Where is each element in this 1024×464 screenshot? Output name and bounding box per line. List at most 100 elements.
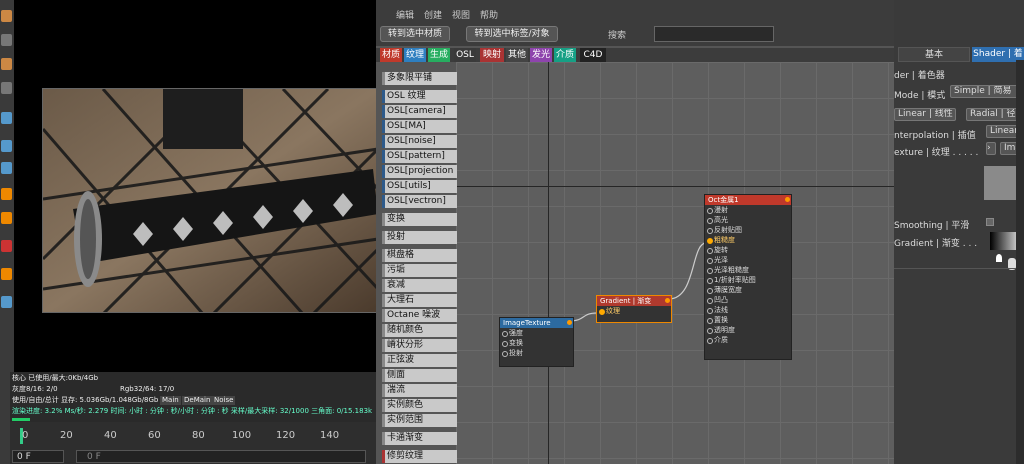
tool-icon[interactable] xyxy=(1,188,12,200)
linear-button[interactable]: Linear | 线性 xyxy=(894,108,956,121)
menu-create[interactable]: 创建 xyxy=(424,8,442,21)
node-port[interactable]: 漫射 xyxy=(705,205,791,215)
tool-icon[interactable] xyxy=(1,240,12,252)
node-port[interactable]: 变换 xyxy=(500,338,573,348)
list-item[interactable]: 正弦波 xyxy=(382,354,457,367)
tool-icon[interactable] xyxy=(1,82,12,94)
tab-other[interactable]: 其他 xyxy=(506,48,528,62)
render-viewport[interactable] xyxy=(14,0,377,372)
render-preview-image xyxy=(42,88,377,313)
list-item[interactable]: OSL[noise] xyxy=(382,135,457,148)
node-oct-metal[interactable]: Oct金属1 漫射 高光 反射贴图 粗糙度 旋转 光泽 光泽粗糙度 1/折射率贴… xyxy=(704,194,792,360)
tool-icon[interactable] xyxy=(1,34,12,46)
list-item[interactable]: 嵴状分形 xyxy=(382,339,457,352)
list-item[interactable]: 变换 xyxy=(382,213,457,226)
frame-end-field[interactable]: 0 F xyxy=(76,450,366,463)
list-item[interactable]: 实例颜色 xyxy=(382,399,457,412)
tool-icon[interactable] xyxy=(1,58,12,70)
output-port[interactable] xyxy=(567,320,572,325)
tool-icon[interactable] xyxy=(1,162,12,174)
tool-icon[interactable] xyxy=(1,296,12,308)
node-port[interactable]: 光泽粗糙度 xyxy=(705,265,791,275)
list-item[interactable]: OSL[vectron] xyxy=(382,195,457,208)
node-port[interactable]: 透明度 xyxy=(705,325,791,335)
node-port[interactable]: 投射 xyxy=(500,348,573,358)
node-port[interactable]: 薄膜宽度 xyxy=(705,285,791,295)
list-item[interactable]: 棋盘格 xyxy=(382,249,457,262)
timeline-tick: 80 xyxy=(192,430,205,441)
stats-tab-noise[interactable]: Noise xyxy=(212,396,236,405)
list-item[interactable]: OSL[utils] xyxy=(382,180,457,193)
node-port[interactable]: 1/折射率贴图 xyxy=(705,275,791,285)
node-port[interactable]: 光泽 xyxy=(705,255,791,265)
stats-cores: 核心 已使用/最大:0Kb/4Gb xyxy=(12,374,99,382)
output-port[interactable] xyxy=(785,197,790,202)
timeline-tick: 40 xyxy=(104,430,117,441)
attribute-scrollbar[interactable] xyxy=(1016,60,1024,464)
list-item[interactable]: 实例范围 xyxy=(382,414,457,427)
node-image-texture[interactable]: ImageTexture 强度 变换 投射 xyxy=(499,317,574,367)
list-item[interactable]: 衰减 xyxy=(382,279,457,292)
list-item[interactable]: 卡通渐变 xyxy=(382,432,457,445)
menu-edit[interactable]: 编辑 xyxy=(396,8,414,21)
list-item[interactable]: 修剪纹理 xyxy=(382,450,457,463)
goto-material-button[interactable]: 转到选中材质 xyxy=(380,26,450,42)
search-input[interactable] xyxy=(654,26,774,42)
tab-map[interactable]: 映射 xyxy=(480,48,504,62)
list-item[interactable]: 投射 xyxy=(382,231,457,244)
node-port[interactable]: 置换 xyxy=(705,315,791,325)
list-item[interactable]: Octane 噪波 xyxy=(382,309,457,322)
node-port[interactable]: 反射贴图 xyxy=(705,225,791,235)
menu-view[interactable]: 视图 xyxy=(452,8,470,21)
tab-material[interactable]: 材质 xyxy=(380,48,402,62)
goto-tag-button[interactable]: 转到选中标签/对象 xyxy=(466,26,558,42)
tab-generate[interactable]: 生成 xyxy=(428,48,450,62)
list-item[interactable]: OSL[camera] xyxy=(382,105,457,118)
node-port[interactable]: 介质 xyxy=(705,335,791,345)
node-port[interactable]: 纹理 xyxy=(597,306,671,316)
node-gradient[interactable]: Gradient | 渐变 纹理 xyxy=(596,295,672,323)
list-item[interactable]: 随机颜色 xyxy=(382,324,457,337)
tool-icon[interactable] xyxy=(1,268,12,280)
list-item[interactable]: OSL 纹理 xyxy=(382,90,457,103)
node-port[interactable]: 法线 xyxy=(705,305,791,315)
tool-icon[interactable] xyxy=(1,140,12,152)
list-item[interactable]: 侧面 xyxy=(382,369,457,382)
tab-texture[interactable]: 纹理 xyxy=(404,48,426,62)
stats-tab-main[interactable]: Main xyxy=(160,396,181,405)
smoothing-checkbox[interactable] xyxy=(986,218,994,226)
node-port-selected[interactable]: 粗糙度 xyxy=(705,235,791,245)
list-item[interactable]: 湍流 xyxy=(382,384,457,397)
node-graph-canvas[interactable]: ImageTexture 强度 变换 投射 Gradient | 渐变 纹理 O… xyxy=(456,62,894,464)
tool-icon[interactable] xyxy=(1,212,12,224)
node-port[interactable]: 旋转 xyxy=(705,245,791,255)
gradient-knot-icon[interactable] xyxy=(996,254,1002,262)
tab-basic[interactable]: 基本 xyxy=(898,47,970,62)
tool-icon[interactable] xyxy=(1,10,12,22)
divider xyxy=(894,268,1024,269)
menu-help[interactable]: 帮助 xyxy=(480,8,498,21)
timeline[interactable]: 0 20 40 60 80 100 120 140 0 F 0 F xyxy=(10,422,376,464)
list-item[interactable]: OSL[pattern] xyxy=(382,150,457,163)
texture-thumbnail xyxy=(984,166,1018,200)
list-item[interactable]: 多象限平铺 xyxy=(382,72,457,85)
list-item[interactable]: 污垢 xyxy=(382,264,457,277)
list-item[interactable]: OSL[projection xyxy=(382,165,457,178)
tab-emission[interactable]: 发光 xyxy=(530,48,552,62)
timeline-tick: 60 xyxy=(148,430,161,441)
mode-dropdown[interactable]: Simple | 简易 xyxy=(950,85,1020,98)
frame-start-field[interactable]: 0 F xyxy=(12,450,64,463)
tab-medium[interactable]: 介质 xyxy=(554,48,576,62)
output-port[interactable] xyxy=(665,298,670,303)
tab-c4d[interactable]: C4D xyxy=(580,48,606,62)
tool-icon[interactable] xyxy=(1,112,12,124)
list-item[interactable]: OSL[MA] xyxy=(382,120,457,133)
stats-tab-demain[interactable]: DeMain xyxy=(182,396,213,405)
list-item[interactable]: 大理石 xyxy=(382,294,457,307)
node-port[interactable]: 高光 xyxy=(705,215,791,225)
node-port[interactable]: 凹凸 xyxy=(705,295,791,305)
tab-osl[interactable]: OSL xyxy=(454,48,476,62)
node-port[interactable]: 强度 xyxy=(500,328,573,338)
texture-arrow-icon[interactable]: › xyxy=(986,142,996,155)
stats-memory: 使用/自由/总计 显存: 5.036Gb/1.048Gb/8Gb xyxy=(12,396,159,404)
